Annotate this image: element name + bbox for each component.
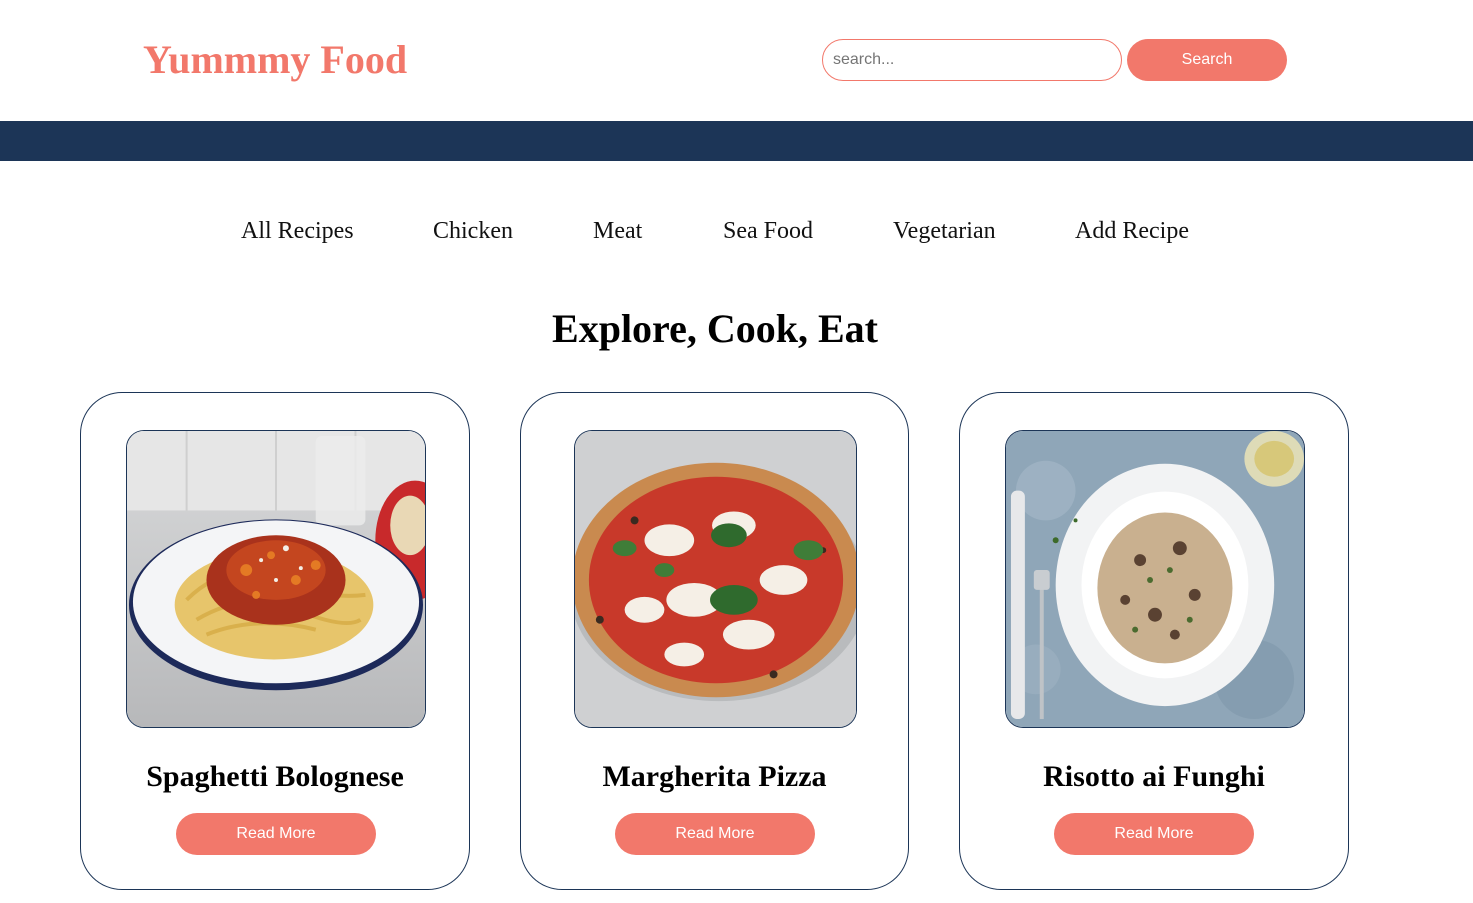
nav-item-all-recipes[interactable]: All Recipes — [241, 214, 354, 248]
spaghetti-bolognese-photo — [127, 431, 425, 727]
recipe-title: Spaghetti Bolognese — [146, 760, 404, 793]
read-more-button[interactable]: Read More — [1054, 813, 1254, 855]
recipe-image — [126, 430, 426, 728]
nav-item-add-recipe[interactable]: Add Recipe — [1075, 214, 1189, 248]
recipe-image — [1005, 430, 1305, 728]
recipe-card: Risotto ai Funghi Read More — [959, 392, 1349, 890]
site-header: Yummmy Food Search — [0, 0, 1473, 121]
nav-item-meat[interactable]: Meat — [593, 214, 642, 248]
search-input[interactable] — [822, 39, 1122, 81]
site-logo[interactable]: Yummmy Food — [143, 36, 407, 84]
recipe-card: Margherita Pizza Read More — [520, 392, 909, 890]
recipe-title: Risotto ai Funghi — [1043, 760, 1265, 793]
page-title: Explore, Cook, Eat — [552, 306, 878, 351]
read-more-button[interactable]: Read More — [615, 813, 815, 855]
search-button[interactable]: Search — [1127, 39, 1287, 81]
nav-item-vegetarian[interactable]: Vegetarian — [893, 214, 996, 248]
category-nav: All Recipes Chicken Meat Sea Food Vegeta… — [0, 214, 1473, 250]
nav-item-sea-food[interactable]: Sea Food — [723, 214, 813, 248]
header-band — [0, 121, 1473, 161]
recipe-title: Margherita Pizza — [602, 760, 827, 793]
recipe-card: Spaghetti Bolognese Read More — [80, 392, 470, 890]
nav-item-chicken[interactable]: Chicken — [433, 214, 513, 248]
margherita-pizza-photo — [575, 431, 856, 727]
read-more-button[interactable]: Read More — [176, 813, 376, 855]
risotto-ai-funghi-photo — [1006, 431, 1304, 727]
recipe-image — [574, 430, 857, 728]
